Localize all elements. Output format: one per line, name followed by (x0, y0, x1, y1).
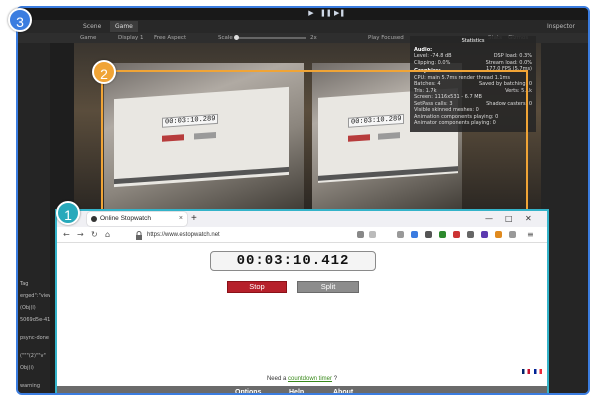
play-button[interactable]: ▶ (306, 9, 316, 18)
addon-icon[interactable] (467, 231, 474, 238)
extension-icon[interactable] (357, 231, 364, 238)
browser-tab[interactable]: Online Stopwatch × (87, 212, 187, 226)
browser-tab-strip: Online Stopwatch × + — □ ✕ (57, 211, 547, 227)
minimize-button[interactable]: — (485, 211, 493, 227)
close-window-button[interactable]: ✕ (525, 211, 532, 227)
split-button[interactable]: Split (297, 281, 359, 293)
console-line: Tag (20, 281, 29, 287)
uk-flag-icon[interactable] (522, 369, 531, 374)
maximize-button[interactable]: □ (505, 211, 513, 227)
countdown-prefix: Need a (266, 376, 287, 382)
stats-clipping: Clipping: 0.0% (414, 59, 451, 66)
language-flags (520, 369, 542, 376)
console-list: Tag erged":"view" (Obj(l) 5069d5e-4116 p… (18, 281, 50, 393)
addon-icon[interactable] (509, 231, 516, 238)
hierarchy-panel: Tag erged":"view" (Obj(l) 5069d5e-4116 p… (18, 33, 50, 393)
new-tab-button[interactable]: + (191, 212, 197, 226)
unity-tab-bar: Scene Game Inspector (18, 20, 588, 33)
browser-window: Online Stopwatch × + — □ ✕ ← → ↻ ⌂ https… (55, 209, 549, 393)
account-icon[interactable] (425, 231, 432, 238)
console-line: warning (20, 383, 41, 389)
download-icon[interactable] (411, 231, 418, 238)
scale-label: Scale (218, 35, 233, 41)
france-flag-icon[interactable] (534, 369, 542, 374)
highlight-box-camera (101, 70, 528, 211)
scale-slider[interactable] (234, 35, 306, 40)
step-badge-1: 1 (56, 201, 80, 225)
stopwatch-footer: Options Help About (57, 386, 547, 393)
stopwatch-favicon-icon (91, 216, 97, 222)
console-line: ("""(2)""v" (20, 353, 46, 359)
console-line: erged":"view" (20, 293, 50, 299)
pocket-icon[interactable] (397, 231, 404, 238)
aspect-dropdown[interactable]: Free Aspect (154, 33, 186, 43)
stopwatch-display: 00:03:10.412 (210, 251, 376, 271)
pause-button[interactable]: ❚❚ (320, 9, 332, 18)
lock-icon (136, 231, 142, 240)
back-icon[interactable]: ← (63, 230, 70, 240)
stop-button[interactable]: Stop (227, 281, 287, 293)
console-line: 5069d5e-4116 (20, 317, 50, 323)
stats-title: Statistics (461, 38, 485, 44)
tab-inspector[interactable]: Inspector (542, 21, 580, 32)
game-mode-dropdown[interactable]: Game (80, 33, 96, 43)
options-link[interactable]: Options (235, 386, 261, 393)
display-dropdown[interactable]: Display 1 (118, 33, 144, 43)
play-focused-dropdown[interactable]: Play Focused (368, 33, 404, 43)
star-icon[interactable] (369, 231, 376, 238)
home-icon[interactable]: ⌂ (105, 230, 110, 240)
step-badge-3: 3 (8, 8, 32, 32)
step-badge-2: 2 (92, 60, 116, 84)
addon-icon[interactable] (439, 231, 446, 238)
console-line: psync-done (20, 335, 49, 341)
browser-tab-title: Online Stopwatch (100, 215, 151, 222)
countdown-prompt: Need a countdown timer ? (57, 376, 547, 382)
forward-icon[interactable]: → (77, 230, 84, 240)
tab-close-icon[interactable]: × (179, 212, 183, 226)
step-button[interactable]: ▶❚ (334, 9, 345, 18)
scale-slider-knob[interactable] (234, 35, 239, 40)
tab-scene[interactable]: Scene (78, 21, 106, 32)
countdown-timer-link[interactable]: countdown timer (288, 376, 332, 382)
reload-icon[interactable]: ↻ (91, 230, 98, 240)
tab-game[interactable]: Game (110, 21, 138, 32)
help-link[interactable]: Help (289, 386, 304, 393)
console-line: Obj(i) (20, 365, 34, 371)
address-bar[interactable]: https://www.estopwatch.net (147, 231, 220, 240)
unity-toolbar: ▶ ❚❚ ▶❚ (18, 8, 588, 20)
menu-icon[interactable]: ≡ (527, 230, 534, 240)
countdown-suffix: ? (333, 376, 338, 382)
addon-icon[interactable] (481, 231, 488, 238)
scale-value: 2x (310, 35, 317, 41)
addon-icon[interactable] (453, 231, 460, 238)
screenshot-root: ▶ ❚❚ ▶❚ Scene Game Inspector Tag erged":… (0, 0, 600, 400)
browser-navbar: ← → ↻ ⌂ https://www.estopwatch.net ≡ (57, 227, 547, 243)
console-line: (Obj(l) (20, 305, 36, 311)
about-link[interactable]: About (333, 386, 353, 393)
addon-icon[interactable] (495, 231, 502, 238)
